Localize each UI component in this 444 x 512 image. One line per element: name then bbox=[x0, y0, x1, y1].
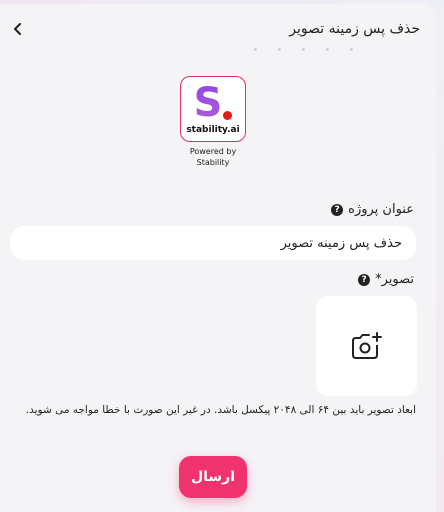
project-title-label-row: عنوان پروژه ? bbox=[331, 202, 414, 217]
project-title-input[interactable] bbox=[10, 226, 416, 260]
help-icon[interactable]: ? bbox=[358, 273, 371, 286]
image-size-note: ابعاد تصویر باید بین ۶۴ الی ۲۰۴۸ پیکسل ب… bbox=[25, 404, 416, 416]
powered-by-provider: Stability bbox=[196, 158, 230, 167]
help-icon[interactable]: ? bbox=[331, 203, 344, 216]
image-label: تصویر* bbox=[375, 272, 414, 287]
submit-button[interactable]: ارسال bbox=[179, 456, 247, 498]
page-title: حذف پس زمینه تصویر bbox=[289, 21, 420, 37]
form-panel: حذف پس زمینه تصویر S stability.ai Powere… bbox=[0, 4, 436, 512]
camera-add-icon bbox=[351, 332, 382, 359]
provider-logo-block: S stability.ai Powered by Stability bbox=[179, 76, 247, 168]
project-title-label: عنوان پروژه bbox=[348, 202, 414, 217]
step-dots bbox=[250, 48, 360, 52]
stability-logo: S stability.ai bbox=[180, 76, 246, 142]
logo-wordmark: stability.ai bbox=[186, 125, 240, 135]
logo-letter: S bbox=[193, 80, 223, 126]
panel-header: حذف پس زمینه تصویر bbox=[10, 18, 420, 40]
image-label-row: تصویر* ? bbox=[358, 272, 414, 287]
chevron-left-icon[interactable] bbox=[10, 22, 24, 36]
logo-dot bbox=[223, 111, 232, 120]
powered-by-line: Powered by bbox=[189, 147, 237, 156]
powered-by-text: Powered by Stability bbox=[190, 146, 236, 168]
image-upload-box[interactable] bbox=[316, 296, 417, 396]
